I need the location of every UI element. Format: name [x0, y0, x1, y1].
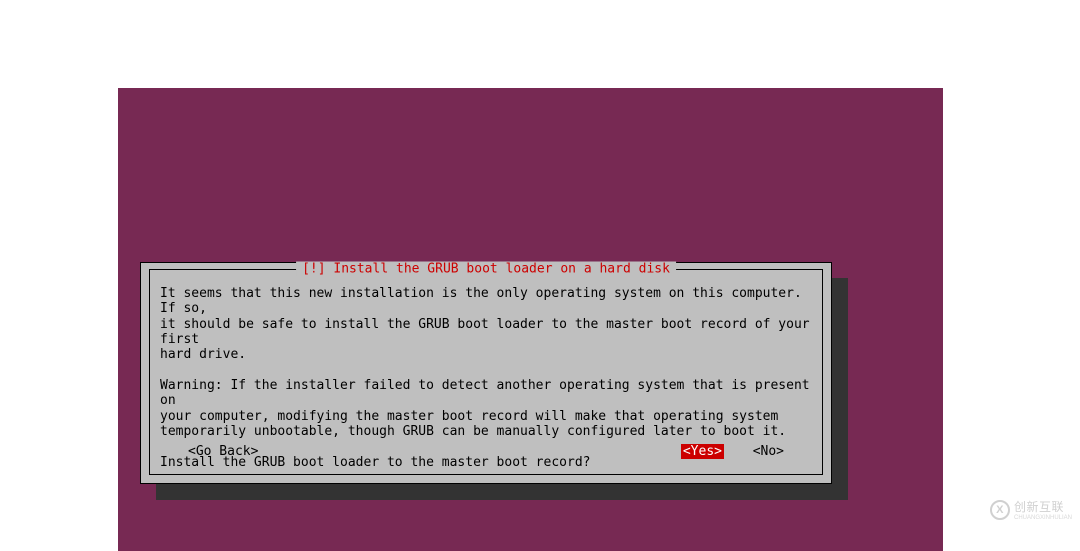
- watermark-subtext: CHUANGXINHULIAN: [1014, 515, 1072, 521]
- go-back-button[interactable]: <Go Back>: [186, 444, 260, 459]
- dialog-title: [!] Install the GRUB boot loader on a ha…: [296, 262, 676, 277]
- dialog-body-text: It seems that this new installation is t…: [160, 286, 812, 470]
- grub-install-dialog: [!] Install the GRUB boot loader on a ha…: [140, 262, 832, 484]
- dialog-paragraph-1: It seems that this new installation is t…: [160, 286, 817, 362]
- watermark: X 创新互联 CHUANGXINHULIAN: [990, 498, 1072, 521]
- no-button[interactable]: <No>: [751, 444, 786, 459]
- watermark-text-wrap: 创新互联 CHUANGXINHULIAN: [1014, 498, 1072, 521]
- watermark-logo-icon: X: [990, 500, 1010, 520]
- dialog-paragraph-2: Warning: If the installer failed to dete…: [160, 378, 817, 439]
- dialog-frame: [!] Install the GRUB boot loader on a ha…: [149, 269, 823, 475]
- yes-button[interactable]: <Yes>: [681, 444, 724, 459]
- watermark-text: 创新互联: [1014, 500, 1064, 514]
- dialog-button-row: <Go Back> <Yes> <No>: [150, 444, 822, 462]
